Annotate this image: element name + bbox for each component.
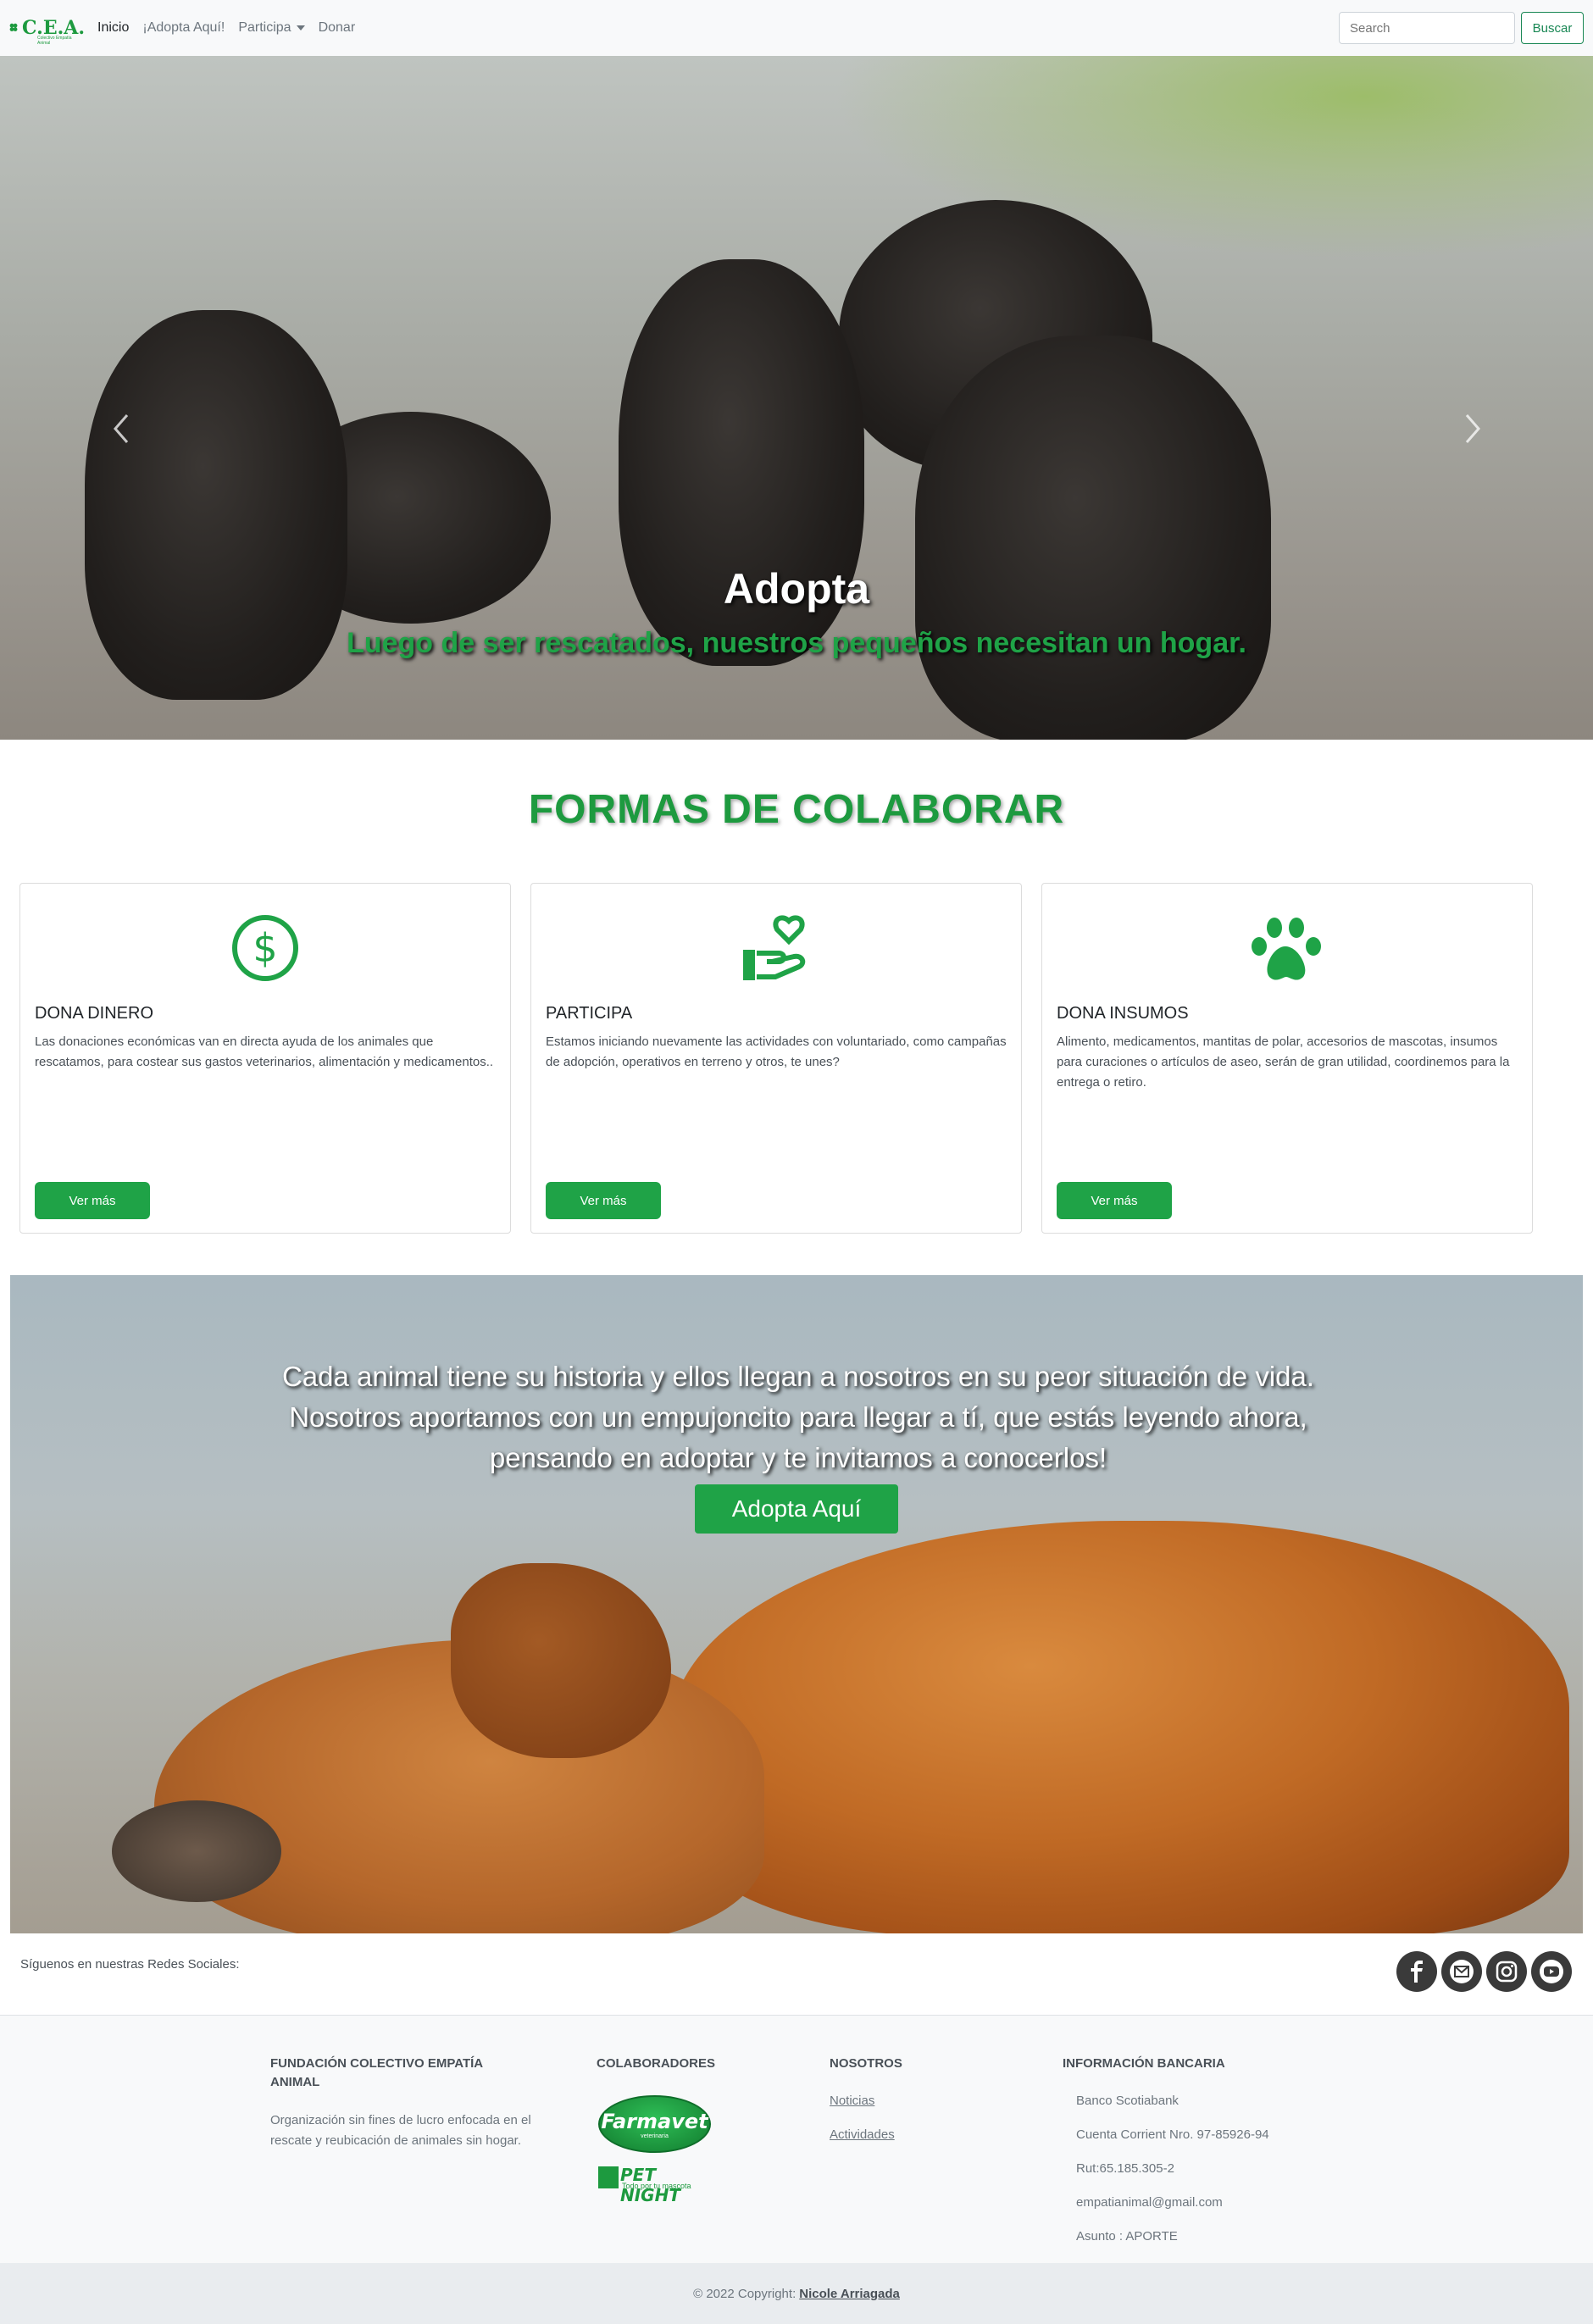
logo-subtext: Colectivo Empatía Animal bbox=[37, 36, 72, 46]
hero-title: Adopta bbox=[723, 565, 870, 613]
nav-link-inicio[interactable]: Inicio bbox=[97, 20, 129, 36]
nav-link-donar[interactable]: Donar bbox=[319, 20, 356, 36]
pet-night-logo[interactable]: PET NIGHT Todo por tu mascota bbox=[598, 2165, 712, 2205]
bank-line: Banco Scotiabank bbox=[1076, 2094, 1179, 2108]
navbar: C.E.A. Colectivo Empatía Animal Inicio ¡… bbox=[0, 0, 1593, 56]
chevron-left-icon[interactable] bbox=[110, 412, 132, 446]
bank-line: Asunto : APORTE bbox=[1076, 2229, 1178, 2244]
social-label: Síguenos en nuestras Redes Sociales: bbox=[20, 1957, 240, 1972]
instagram-icon[interactable] bbox=[1486, 1951, 1527, 1992]
pet-night-icon bbox=[598, 2166, 619, 2188]
paw-icon bbox=[1252, 918, 1321, 980]
footer-collab-title: COLABORADORES bbox=[597, 2056, 716, 2071]
section-title: FORMAS DE COLABORAR bbox=[528, 787, 1065, 832]
email-icon[interactable] bbox=[1441, 1951, 1482, 1992]
adopta-aqui-button[interactable]: Adopta Aquí bbox=[695, 1484, 898, 1534]
dog-image bbox=[451, 1563, 671, 1758]
social-icons bbox=[1396, 1951, 1572, 1992]
card-dona-insumos: DONA INSUMOS Alimento, medicamentos, man… bbox=[1041, 883, 1533, 1234]
farmavet-name: Farmavet bbox=[601, 2109, 708, 2133]
farmavet-sub: veterinaria bbox=[641, 2133, 669, 2139]
footer-link-noticias[interactable]: Noticias bbox=[830, 2094, 874, 2108]
dog-image bbox=[671, 1521, 1569, 1933]
adopt-banner: Cada animal tiene su historia y ellos ll… bbox=[10, 1275, 1583, 1933]
card-title: DONA INSUMOS bbox=[1057, 1004, 1189, 1023]
bank-line: Rut:65.185.305-2 bbox=[1076, 2161, 1174, 2176]
card-title: PARTICIPA bbox=[546, 1004, 633, 1023]
copyright-bar: © 2022 Copyright: Nicole Arriagada bbox=[0, 2263, 1593, 2324]
card-text: Estamos iniciando nuevamente las activid… bbox=[546, 1034, 1007, 1069]
dollar-circle-icon: $ bbox=[232, 915, 298, 981]
ver-mas-button[interactable]: Ver más bbox=[1057, 1182, 1172, 1219]
hero-carousel: Adopta Luego de ser rescatados, nuestros… bbox=[0, 56, 1593, 740]
footer-about-title: NOSOTROS bbox=[830, 2056, 902, 2071]
nav-links: Inicio ¡Adopta Aquí! Participa Donar bbox=[97, 0, 355, 56]
nav-dropdown-participa[interactable]: Participa bbox=[238, 20, 305, 36]
svg-text:$: $ bbox=[253, 925, 277, 971]
ver-mas-button[interactable]: Ver más bbox=[546, 1182, 661, 1219]
search-button[interactable]: Buscar bbox=[1521, 12, 1584, 44]
puppy-image bbox=[915, 336, 1271, 740]
copyright-author-link[interactable]: Nicole Arriagada bbox=[799, 2287, 900, 2301]
card-text: Alimento, medicamentos, mantitas de pola… bbox=[1057, 1034, 1510, 1090]
card-dona-dinero: $ DONA DINERO Las donaciones económicas … bbox=[19, 883, 511, 1234]
banner-text: Cada animal tiene su historia y ellos ll… bbox=[281, 1361, 1315, 1473]
card-text: Las donaciones económicas van en directa… bbox=[35, 1034, 494, 1069]
bank-line: Cuenta Corrient Nro. 97-85926-94 bbox=[1076, 2127, 1269, 2142]
nav-dropdown-label: Participa bbox=[238, 20, 291, 35]
footer-link-actividades[interactable]: Actividades bbox=[830, 2127, 895, 2142]
nav-link-adopta[interactable]: ¡Adopta Aquí! bbox=[142, 20, 225, 36]
card-title: DONA DINERO bbox=[35, 1004, 154, 1023]
hand-heart-icon bbox=[743, 915, 806, 980]
hero-subtitle: Luego de ser rescatados, nuestros pequeñ… bbox=[347, 627, 1246, 659]
pet-night-sub: Todo por tu mascota bbox=[622, 2182, 691, 2190]
bank-line: empatianimal@gmail.com bbox=[1076, 2195, 1223, 2210]
copyright-text: © 2022 Copyright: bbox=[693, 2286, 796, 2301]
footer: FUNDACIÓN COLECTIVO EMPATÍA ANIMAL Organ… bbox=[0, 2016, 1593, 2263]
chevron-right-icon[interactable] bbox=[1462, 412, 1484, 446]
footer-bank-title: INFORMACIÓN BANCARIA bbox=[1063, 2056, 1225, 2071]
dog-image bbox=[112, 1800, 281, 1902]
clover-icon bbox=[9, 23, 18, 32]
search-input[interactable] bbox=[1339, 12, 1515, 44]
footer-org-title: FUNDACIÓN COLECTIVO EMPATÍA ANIMAL bbox=[270, 2056, 483, 2089]
farmavet-logo[interactable]: Farmavet veterinaria bbox=[598, 2095, 711, 2153]
caret-down-icon bbox=[296, 25, 305, 31]
youtube-icon[interactable] bbox=[1531, 1951, 1572, 1992]
footer-org-text: Organización sin fines de lucro enfocada… bbox=[270, 2113, 531, 2148]
facebook-icon[interactable] bbox=[1396, 1951, 1437, 1992]
brand-logo[interactable]: C.E.A. Colectivo Empatía Animal bbox=[8, 7, 85, 49]
card-participa: PARTICIPA Estamos iniciando nuevamente l… bbox=[530, 883, 1022, 1234]
ver-mas-button[interactable]: Ver más bbox=[35, 1182, 150, 1219]
